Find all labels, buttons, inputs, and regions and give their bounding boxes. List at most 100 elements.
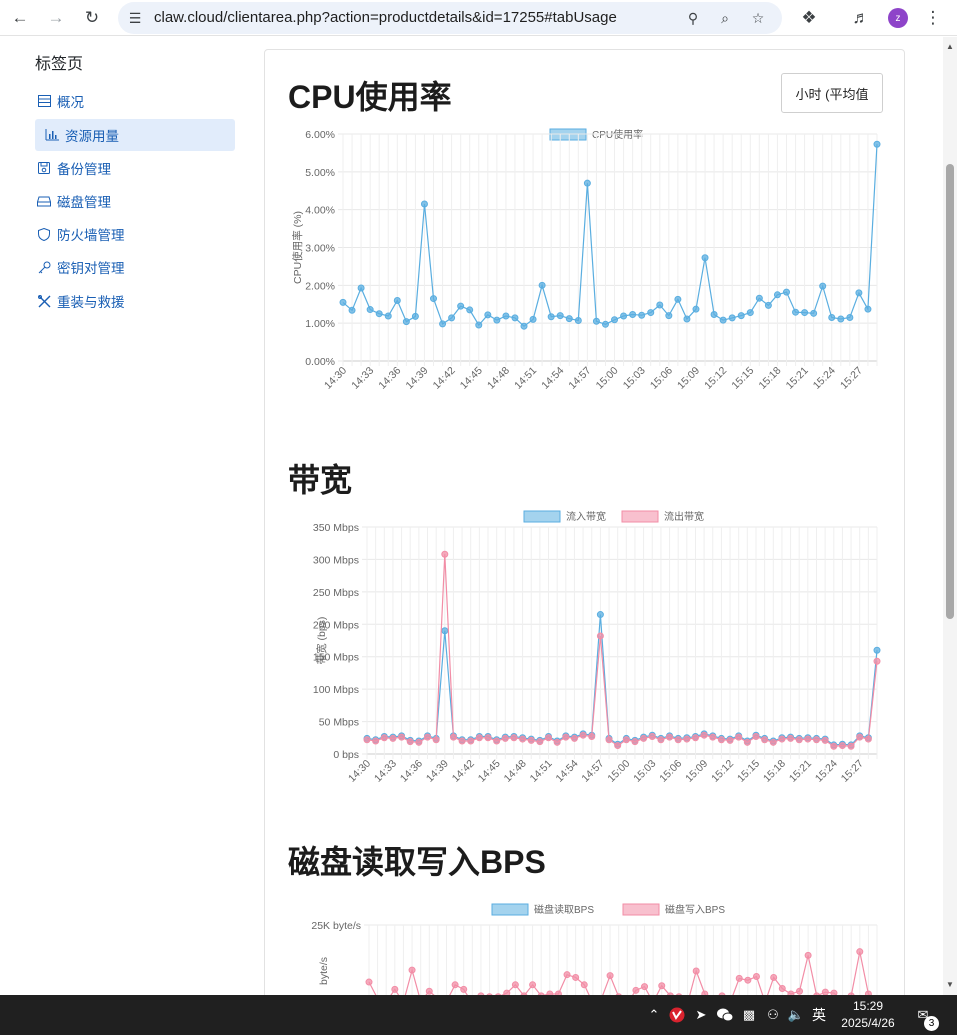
data-point xyxy=(415,738,423,746)
zoom-icon[interactable]: ⌕ xyxy=(714,7,736,29)
data-point xyxy=(837,315,845,323)
x-tick-label: 14:54 xyxy=(554,758,581,785)
data-point xyxy=(782,288,790,296)
system-clock[interactable]: 15:29 2025/4/26 xyxy=(830,998,906,1032)
data-point xyxy=(773,291,781,299)
section-title-bandwidth: 带宽 xyxy=(288,462,353,498)
x-tick-label: 15:24 xyxy=(813,758,840,785)
data-point xyxy=(752,732,760,740)
scroll-down-icon[interactable]: ▼ xyxy=(945,980,955,990)
back-icon[interactable]: ← xyxy=(7,6,33,30)
x-tick-label: 14:48 xyxy=(485,365,512,392)
save-icon xyxy=(35,159,53,177)
x-tick-label: 14:36 xyxy=(398,758,425,785)
data-point xyxy=(735,733,743,741)
sidebar-item-firewall[interactable]: 防火墙管理 xyxy=(35,218,235,250)
data-point xyxy=(393,296,401,304)
data-point xyxy=(873,646,881,654)
site-info-icon[interactable]: ☰ xyxy=(124,7,146,29)
data-point xyxy=(441,550,449,558)
data-point xyxy=(847,742,855,750)
network-icon[interactable]: ▩ xyxy=(740,1006,758,1024)
password-key-icon[interactable]: ⚲ xyxy=(682,7,704,29)
x-tick-label: 15:21 xyxy=(784,365,811,392)
scroll-thumb[interactable] xyxy=(946,164,954,619)
page-scrollbar[interactable]: ▲ ▼ xyxy=(943,37,957,995)
bookmark-star-icon[interactable]: ☆ xyxy=(747,7,769,29)
data-point xyxy=(448,314,456,322)
sidebar-item-disks[interactable]: 磁盘管理 xyxy=(35,185,235,217)
y-tick-label: 350 Mbps xyxy=(313,522,359,534)
x-tick-label: 14:48 xyxy=(502,758,529,785)
ime-indicator[interactable]: 英 xyxy=(810,1006,828,1024)
data-point xyxy=(366,306,374,314)
data-point xyxy=(425,987,433,995)
data-point xyxy=(657,736,665,744)
x-tick-label: 14:39 xyxy=(424,758,451,785)
data-point xyxy=(583,179,591,187)
data-point xyxy=(384,312,392,320)
forward-icon[interactable]: → xyxy=(43,6,69,30)
data-point xyxy=(691,734,699,742)
wechat-icon[interactable] xyxy=(716,1006,734,1024)
x-tick-label: 15:03 xyxy=(631,758,658,785)
data-point xyxy=(792,308,800,316)
legend-swatch xyxy=(491,903,529,916)
telegram-icon[interactable]: ➤ xyxy=(692,1006,710,1024)
sidebar-item-keypairs[interactable]: 密钥对管理 xyxy=(35,251,235,283)
windows-taskbar: ⌃ ➤ ▩ ⚇ 🔈 英 15:29 2025/4/26 ✉ 3 xyxy=(0,995,957,1035)
y-tick-label: 0 bps xyxy=(333,749,359,761)
x-tick-label: 15:03 xyxy=(621,365,648,392)
legend-swatch xyxy=(523,510,561,523)
sidebar-item-reinstall[interactable]: 重装与救援 xyxy=(35,285,235,317)
sidebar-item-backup[interactable]: 备份管理 xyxy=(35,152,235,184)
x-tick-label: 14:39 xyxy=(404,365,431,392)
extensions-icon[interactable]: ❖ xyxy=(796,6,822,30)
x-tick-label: 15:18 xyxy=(761,758,788,785)
data-point xyxy=(596,632,604,640)
profile-avatar[interactable]: z xyxy=(888,8,908,28)
data-point xyxy=(562,733,570,741)
data-point xyxy=(475,734,483,742)
data-point xyxy=(441,627,449,635)
time-range-dropdown[interactable]: 小时 (平均值 xyxy=(781,73,883,113)
menu-kebab-icon[interactable]: ⋮ xyxy=(920,6,946,30)
data-point xyxy=(856,948,864,956)
y-axis-title: 带宽 (bps) xyxy=(315,617,328,665)
x-tick-label: 15:12 xyxy=(709,758,736,785)
y-tick-label: 6.00% xyxy=(305,129,335,141)
x-tick-label: 15:06 xyxy=(657,758,684,785)
sidebar-item-usage[interactable]: 资源用量 xyxy=(35,119,235,151)
data-point xyxy=(810,309,818,317)
data-point xyxy=(510,734,518,742)
data-point xyxy=(574,317,582,325)
x-tick-label: 15:15 xyxy=(729,365,756,392)
sidebar-item-label: 防火墙管理 xyxy=(57,228,125,243)
data-point xyxy=(752,973,760,981)
scroll-up-icon[interactable]: ▲ xyxy=(945,42,955,52)
data-point xyxy=(529,315,537,323)
data-point xyxy=(746,309,754,317)
series-line xyxy=(366,614,878,746)
antivirus-icon[interactable] xyxy=(668,1006,686,1024)
x-tick-label: 14:57 xyxy=(566,365,593,392)
power-status-icon[interactable]: ⚇ xyxy=(764,1006,782,1024)
legend-swatch xyxy=(622,903,660,916)
address-bar[interactable]: ☰ claw.cloud/clientarea.php?action=produ… xyxy=(118,2,782,34)
data-point xyxy=(795,736,803,744)
media-control-icon[interactable]: ♬ xyxy=(848,6,874,30)
data-point xyxy=(536,738,544,746)
data-point xyxy=(614,742,622,750)
chevron-up-icon[interactable]: ⌃ xyxy=(645,1006,663,1024)
data-point xyxy=(475,321,483,329)
url-text[interactable]: claw.cloud/clientarea.php?action=product… xyxy=(154,9,617,26)
x-tick-label: 14:33 xyxy=(372,758,399,785)
volume-icon[interactable]: 🔈 xyxy=(787,1006,805,1024)
data-point xyxy=(710,310,718,318)
notification-badge: 3 xyxy=(924,1016,939,1031)
reload-icon[interactable]: ↻ xyxy=(79,6,105,30)
data-point xyxy=(357,284,365,292)
data-point xyxy=(743,738,751,746)
data-point xyxy=(735,974,743,982)
sidebar-item-overview[interactable]: 概况 xyxy=(35,85,235,117)
